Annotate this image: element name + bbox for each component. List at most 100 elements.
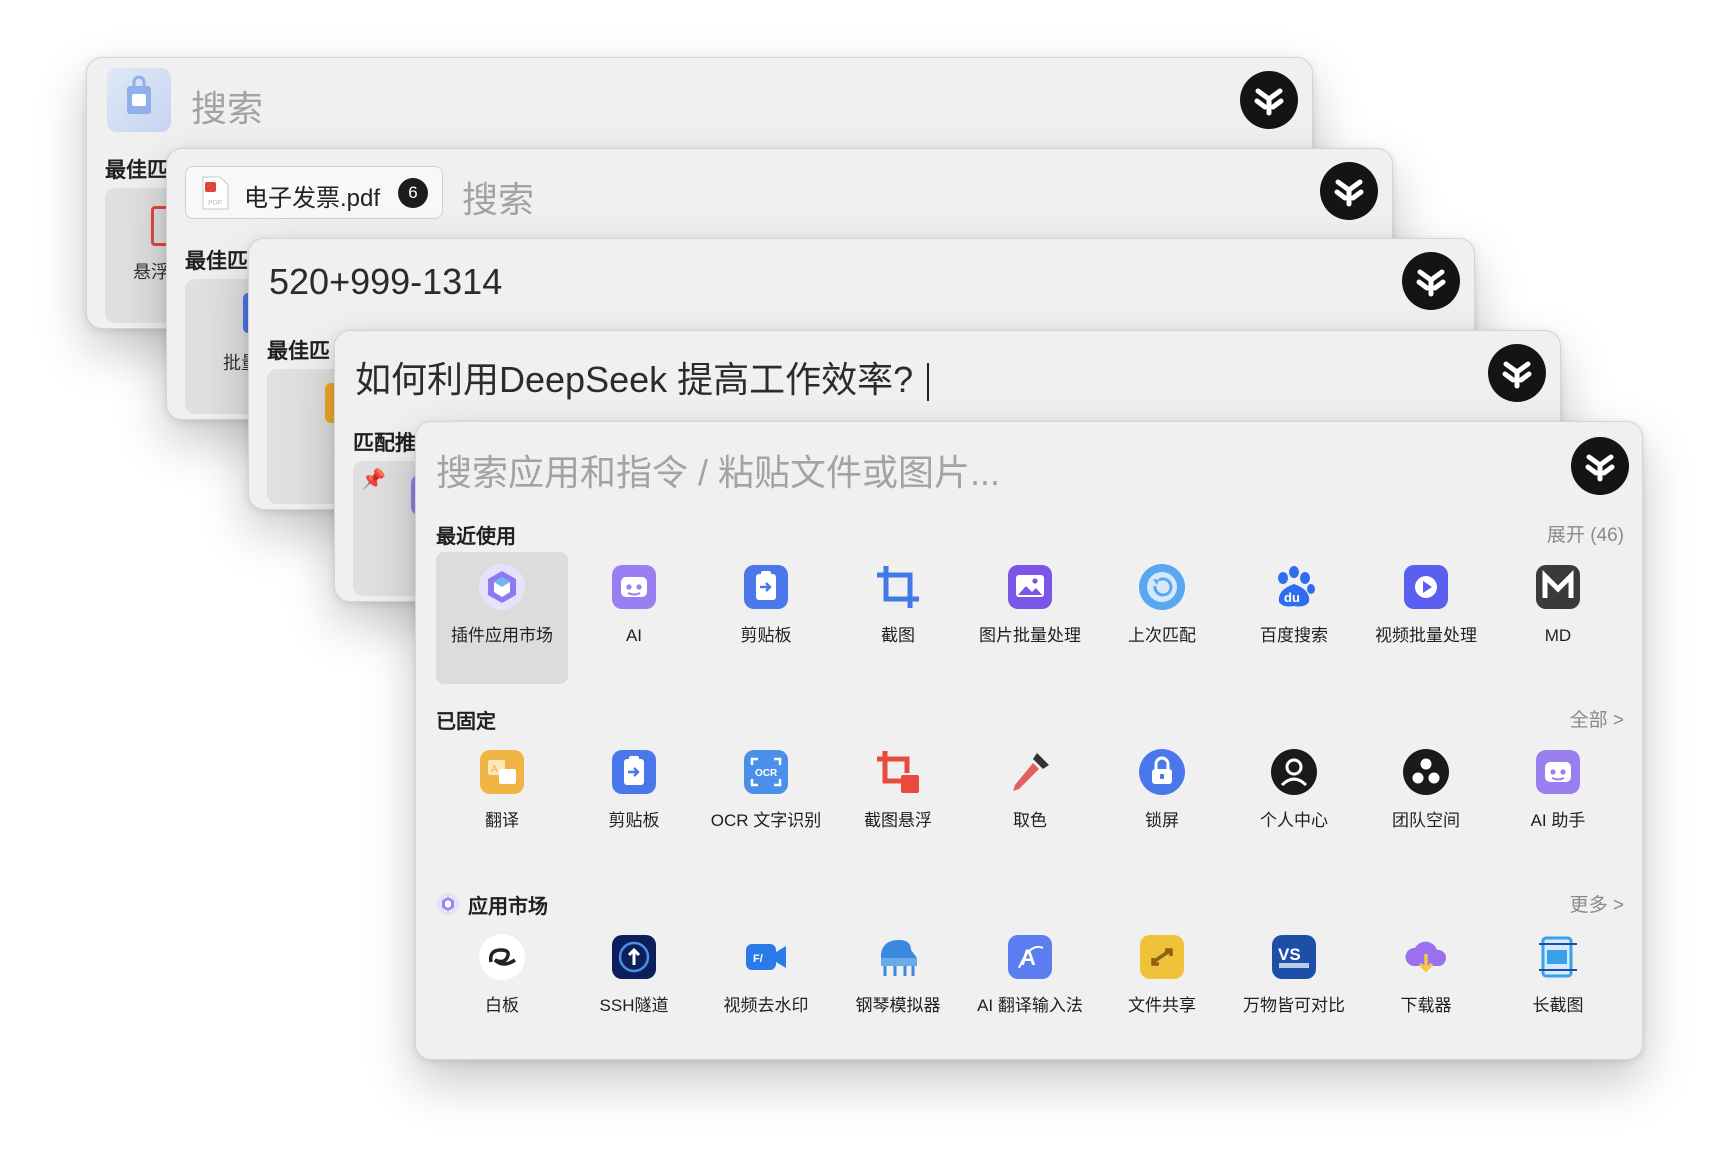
- result-label: 悬浮: [133, 262, 169, 282]
- search-bar[interactable]: 搜索: [87, 58, 1312, 146]
- search-input[interactable]: 搜索: [462, 171, 534, 223]
- market-item-label: 钢琴模拟器: [855, 996, 941, 1015]
- translate-icon: A: [477, 747, 527, 797]
- recent-grid: 插件应用市场 AI 剪贴板 截图 图片批量处理 上次匹配 du 百度搜索 视频批量处理 MD: [436, 552, 1624, 684]
- recent-item[interactable]: 上次匹配: [1096, 552, 1228, 684]
- recent-item-label: 百度搜索: [1260, 626, 1328, 645]
- recent-item[interactable]: 插件应用市场: [436, 552, 568, 684]
- baidu-paw-icon: du: [1269, 562, 1319, 612]
- market-item[interactable]: 长截图: [1492, 922, 1624, 1054]
- pinned-item[interactable]: 团队空间: [1360, 737, 1492, 869]
- section-title: 最佳匹: [267, 340, 330, 363]
- section-title: 匹配推: [353, 432, 416, 455]
- compare-icon: VS: [1269, 932, 1319, 982]
- pinned-item[interactable]: OCR OCR 文字识别: [700, 737, 832, 869]
- recent-item[interactable]: 视频批量处理: [1360, 552, 1492, 684]
- video-watermark-icon: F/: [741, 932, 791, 982]
- svg-text:PDF: PDF: [208, 200, 222, 207]
- file-name: 电子发票.pdf: [244, 185, 381, 212]
- pinned-item[interactable]: 取色: [964, 737, 1096, 869]
- image-batch-icon: [1005, 562, 1055, 612]
- search-input[interactable]: 如何利用DeepSeek 提高工作效率?: [355, 351, 930, 403]
- pinned-all-link[interactable]: 全部 >: [1570, 705, 1624, 732]
- app-logo-icon[interactable]: [1488, 344, 1546, 402]
- svg-text:VS: VS: [1278, 945, 1301, 964]
- recent-item[interactable]: 剪贴板: [700, 552, 832, 684]
- market-item-label: 白板: [485, 996, 519, 1015]
- market-item[interactable]: 钢琴模拟器: [832, 922, 964, 1054]
- text-cursor: [927, 363, 930, 402]
- market-item-label: SSH隧道: [599, 996, 669, 1015]
- svg-text:A: A: [491, 764, 498, 775]
- pinned-item-label: 锁屏: [1145, 811, 1179, 830]
- pinned-item[interactable]: 个人中心: [1228, 737, 1360, 869]
- recent-item[interactable]: 图片批量处理: [964, 552, 1096, 684]
- market-item[interactable]: F/视频去水印: [700, 922, 832, 1054]
- recent-item[interactable]: AI: [568, 552, 700, 684]
- search-input[interactable]: 搜索: [191, 80, 263, 132]
- attached-file-chip[interactable]: PDF 电子发票.pdf 6: [185, 166, 443, 219]
- search-bar[interactable]: 如何利用DeepSeek 提高工作效率?: [335, 331, 1560, 419]
- pinned-item-label: 取色: [1013, 811, 1047, 830]
- plugin-market-icon: [477, 562, 527, 612]
- pdf-file-icon: PDF: [200, 176, 230, 215]
- screenshot-float-icon: [873, 747, 923, 797]
- app-logo-icon[interactable]: [1571, 437, 1629, 495]
- team-space-icon: [1401, 747, 1451, 797]
- color-picker-icon: [1005, 747, 1055, 797]
- market-more-link[interactable]: 更多 >: [1570, 890, 1624, 917]
- expand-recent-link[interactable]: 展开 (46): [1547, 520, 1624, 547]
- pinned-item[interactable]: 锁屏: [1096, 737, 1228, 869]
- recent-item[interactable]: MD: [1492, 552, 1624, 684]
- plugin-app-icon: [107, 68, 171, 132]
- market-item[interactable]: 下载器: [1360, 922, 1492, 1054]
- pinned-item[interactable]: 截图悬浮: [832, 737, 964, 869]
- file-share-icon: [1137, 932, 1187, 982]
- recent-item-label: 视频批量处理: [1375, 626, 1477, 645]
- market-grid: 白板 SSH隧道 F/视频去水印 钢琴模拟器 A AI 翻译输入法 文件共享 VS 万物皆可对比…: [436, 922, 1624, 1054]
- recent-item-label: 上次匹配: [1128, 626, 1196, 645]
- search-input[interactable]: 520+999-1314: [269, 261, 502, 303]
- pinned-item-label: 个人中心: [1260, 811, 1328, 830]
- market-item-label: 视频去水印: [723, 996, 809, 1015]
- app-logo-icon[interactable]: [1402, 252, 1460, 310]
- piano-icon: [873, 932, 923, 982]
- pinned-grid: A 翻译 剪贴板 OCR OCR 文字识别 截图悬浮 取色 锁屏 个人中心 团队空间 AI 助手: [436, 737, 1624, 869]
- pinned-item[interactable]: A 翻译: [436, 737, 568, 869]
- app-logo-icon[interactable]: [1240, 71, 1298, 129]
- launcher-window-main: 搜索应用和指令 / 粘贴文件或图片... 最近使用 展开 (46) 插件应用市场…: [415, 421, 1643, 1060]
- downloader-icon: [1401, 932, 1451, 982]
- pinned-item-label: 团队空间: [1392, 811, 1460, 830]
- search-bar[interactable]: 搜索应用和指令 / 粘贴文件或图片...: [416, 422, 1642, 510]
- market-item[interactable]: VS 万物皆可对比: [1228, 922, 1360, 1054]
- user-center-icon: [1269, 747, 1319, 797]
- search-input[interactable]: 搜索应用和指令 / 粘贴文件或图片...: [436, 444, 1000, 496]
- last-match-icon: [1137, 562, 1187, 612]
- recent-section-title: 最近使用: [436, 526, 516, 548]
- market-item-label: 长截图: [1532, 996, 1584, 1015]
- markdown-icon: [1533, 562, 1583, 612]
- search-bar[interactable]: PDF 电子发票.pdf 6 搜索: [167, 149, 1392, 237]
- lock-screen-icon: [1137, 747, 1187, 797]
- video-batch-icon: [1401, 562, 1451, 612]
- ssh-tunnel-icon: [609, 932, 659, 982]
- file-count-badge: 6: [398, 178, 428, 208]
- recent-item-label: MD: [1544, 626, 1572, 645]
- app-logo-icon[interactable]: [1320, 162, 1378, 220]
- pinned-item-label: 截图悬浮: [864, 811, 932, 830]
- search-bar[interactable]: 520+999-1314: [249, 239, 1474, 327]
- svg-text:OCR: OCR: [755, 768, 778, 779]
- pinned-item[interactable]: AI 助手: [1492, 737, 1624, 869]
- whiteboard-icon: [477, 932, 527, 982]
- section-title: 最佳匹: [105, 159, 168, 182]
- market-item[interactable]: SSH隧道: [568, 922, 700, 1054]
- pinned-item[interactable]: 剪贴板: [568, 737, 700, 869]
- market-item[interactable]: 白板: [436, 922, 568, 1054]
- recent-item[interactable]: du 百度搜索: [1228, 552, 1360, 684]
- recent-item-label: 插件应用市场: [451, 626, 553, 645]
- market-item[interactable]: 文件共享: [1096, 922, 1228, 1054]
- pinned-item-label: OCR 文字识别: [710, 811, 822, 830]
- market-item[interactable]: A AI 翻译输入法: [964, 922, 1096, 1054]
- recent-item[interactable]: 截图: [832, 552, 964, 684]
- market-item-label: 文件共享: [1128, 996, 1196, 1015]
